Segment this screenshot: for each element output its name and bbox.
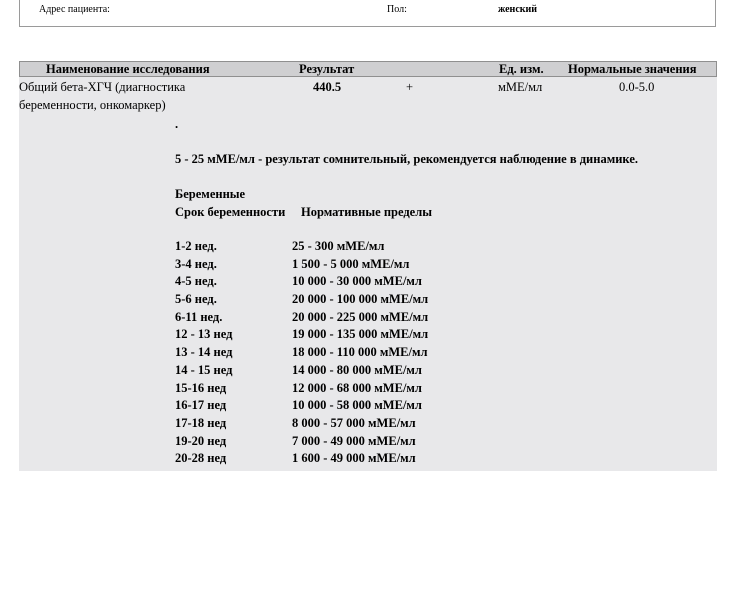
norm-range: 19 000 - 135 000 мМЕ/мл: [292, 327, 429, 342]
norm-range: 10 000 - 58 000 мМЕ/мл: [292, 398, 422, 413]
header-norm: Нормальные значения: [568, 62, 697, 76]
norm-range: 8 000 - 57 000 мМЕ/мл: [292, 415, 416, 430]
norm-range: 25 - 300 мМЕ/мл: [292, 239, 385, 253]
norm-term: 4-5 нед.: [175, 274, 217, 289]
norm-range: 1 600 - 49 000 мМЕ/мл: [292, 451, 416, 466]
norm-range: 1 500 - 5 000 мМЕ/мл: [292, 256, 410, 271]
norm-term: 12 - 13 нед: [175, 327, 233, 342]
pregnant-title: Беременные: [175, 187, 246, 201]
col-term-header: Срок беременности: [175, 205, 286, 219]
result-value: 440.5: [313, 80, 342, 94]
norm-term: 13 - 14 нед: [175, 345, 233, 360]
norm-range: 7 000 - 49 000 мМЕ/мл: [292, 433, 416, 448]
norm-term: 6-11 нед.: [175, 309, 223, 324]
sex-value: женский: [498, 4, 538, 15]
norm-term: 3-4 нед.: [175, 256, 217, 271]
norm-value: 0.0-5.0: [619, 80, 655, 94]
norm-term: 5-6 нед.: [175, 292, 217, 307]
norm-term: 17-18 нед: [175, 415, 227, 430]
test-name-line1: Общий бета-ХГЧ (диагностика: [19, 80, 186, 94]
norm-term: 1-2 нед.: [175, 239, 217, 253]
norm-range: 20 000 - 100 000 мМЕ/мл: [292, 292, 429, 307]
test-name-line2: беременности, онкомаркер): [19, 98, 166, 112]
norm-term: 19-20 нед: [175, 433, 227, 448]
patient-info-box: Адрес пациента: Пол: женский: [19, 0, 716, 27]
norm-range: 18 000 - 110 000 мМЕ/мл: [292, 345, 428, 360]
results-table: Наименование исследования Результат Ед. …: [19, 61, 717, 471]
result-flag: +: [406, 80, 414, 94]
unit-value: мМЕ/мл: [498, 80, 543, 94]
norm-term: 20-28 нед: [175, 451, 227, 466]
header-name: Наименование исследования: [46, 62, 210, 76]
norm-range: 12 000 - 68 000 мМЕ/мл: [292, 380, 422, 395]
norm-range: 10 000 - 30 000 мМЕ/мл: [292, 274, 422, 289]
comment-dot: .: [175, 117, 179, 131]
header-result: Результат: [299, 62, 355, 76]
table-header: Наименование исследования Результат Ед. …: [19, 61, 717, 77]
col-limits-header: Нормативные пределы: [301, 205, 432, 219]
address-label: Адрес пациента:: [39, 4, 110, 15]
norm-term: 15-16 нед: [175, 380, 227, 395]
norm-range: 14 000 - 80 000 мМЕ/мл: [292, 362, 422, 377]
norm-range: 20 000 - 225 000 мМЕ/мл: [292, 309, 429, 324]
header-unit: Ед. изм.: [499, 62, 544, 76]
norm-term: 14 - 15 нед: [175, 362, 233, 377]
comment-doubtful: 5 - 25 мМЕ/мл - результат сомнительный, …: [175, 152, 638, 166]
norm-term: 16-17 нед: [175, 398, 227, 413]
sex-label: Пол:: [387, 4, 407, 15]
